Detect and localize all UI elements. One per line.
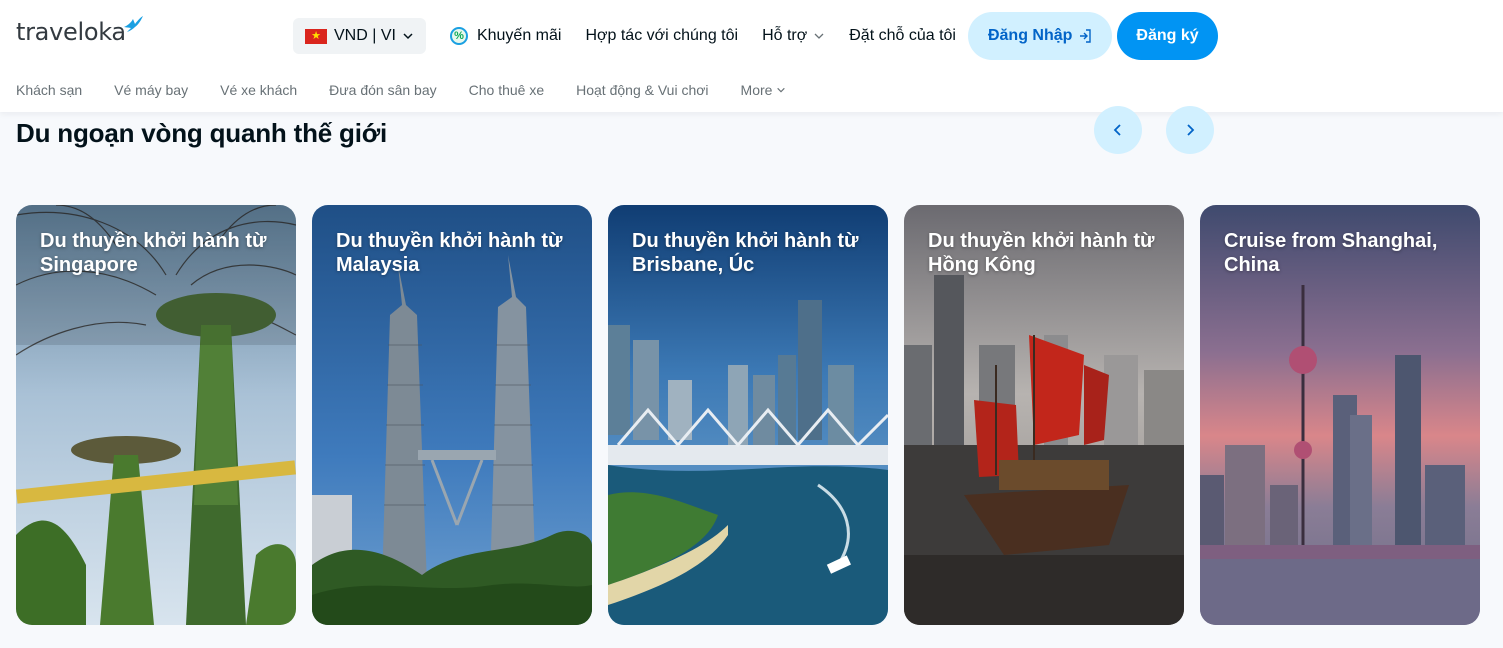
site-header: traveloka ★ VND | VI % Khuyến mãi Hợp tá… [0,0,1503,112]
partner-link[interactable]: Hợp tác với chúng tôi [573,12,750,60]
promotions-link[interactable]: % Khuyến mãi [438,12,574,60]
card-title: Du thuyền khởi hành từ Brisbane, Úc [632,230,859,276]
subnav-item-flights[interactable]: Vé máy bay [114,82,188,98]
my-bookings-link[interactable]: Đặt chỗ của tôi [837,12,968,60]
cruise-card-singapore[interactable]: Du thuyền khởi hành từ Singapore [16,205,296,625]
product-navigation: Khách sạn Vé máy bay Vé xe khách Đưa đón… [16,78,818,102]
card-title: Du thuyền khởi hành từ Malaysia [336,230,563,276]
partner-label: Hợp tác với chúng tôi [585,27,739,44]
vietnam-flag-icon: ★ [305,28,327,44]
register-button[interactable]: Đăng ký [1117,12,1218,60]
cruise-card-brisbane[interactable]: Du thuyền khởi hành từ Brisbane, Úc [608,205,888,625]
subnav-item-hotels[interactable]: Khách sạn [16,82,82,98]
card-title: Du thuyền khởi hành từ Singapore [40,230,267,276]
more-label: More [740,82,773,98]
subnav-item-car-rental[interactable]: Cho thuê xe [469,82,545,98]
cruise-card-hong-kong[interactable]: Du thuyền khởi hành từ Hồng Kông [904,205,1184,625]
login-button[interactable]: Đăng Nhập [967,12,1113,60]
carousel-next-button[interactable] [1166,106,1214,154]
chevron-down-icon [777,87,786,93]
discount-icon: % [449,27,468,45]
subnav-item-bus-tickets[interactable]: Vé xe khách [220,82,297,98]
chevron-down-icon [814,33,824,39]
promotions-label: Khuyến mãi [476,27,562,44]
my-bookings-label: Đặt chỗ của tôi [849,27,956,44]
cruise-card-malaysia[interactable]: Du thuyền khởi hành từ Malaysia [312,205,592,625]
currency-language-selector[interactable]: ★ VND | VI [293,18,426,54]
sign-in-icon [1080,29,1092,43]
chevron-right-icon [1187,124,1195,136]
traveloka-logo[interactable]: traveloka [16,16,144,50]
cruise-card-carousel: Du thuyền khởi hành từ Singapore Du thuy… [16,205,1480,625]
support-menu[interactable]: Hỗ trợ [750,12,837,60]
login-label: Đăng Nhập [987,27,1073,44]
carousel-prev-button[interactable] [1094,106,1142,154]
card-title: Cruise from Shanghai, China [1224,230,1438,276]
bird-logo-icon [123,16,143,32]
card-title: Du thuyền khởi hành từ Hồng Kông [928,230,1155,276]
section-title: Du ngoạn vòng quanh thế giới [16,118,388,148]
subnav-more-menu[interactable]: More [741,82,787,98]
logo-wordmark: traveloka [16,18,126,46]
currency-label: VND | VI [334,27,396,44]
top-navigation: ★ VND | VI % Khuyến mãi Hợp tác với chún… [293,12,1218,60]
subnav-item-airport-transfer[interactable]: Đưa đón sân bay [329,82,436,98]
support-label: Hỗ trợ [762,27,808,44]
subnav-item-activities[interactable]: Hoạt động & Vui chơi [576,82,708,98]
cruise-card-shanghai[interactable]: Cruise from Shanghai, China [1200,205,1480,625]
register-label: Đăng ký [1136,27,1199,44]
chevron-down-icon [403,33,413,40]
chevron-left-icon [1113,124,1121,136]
